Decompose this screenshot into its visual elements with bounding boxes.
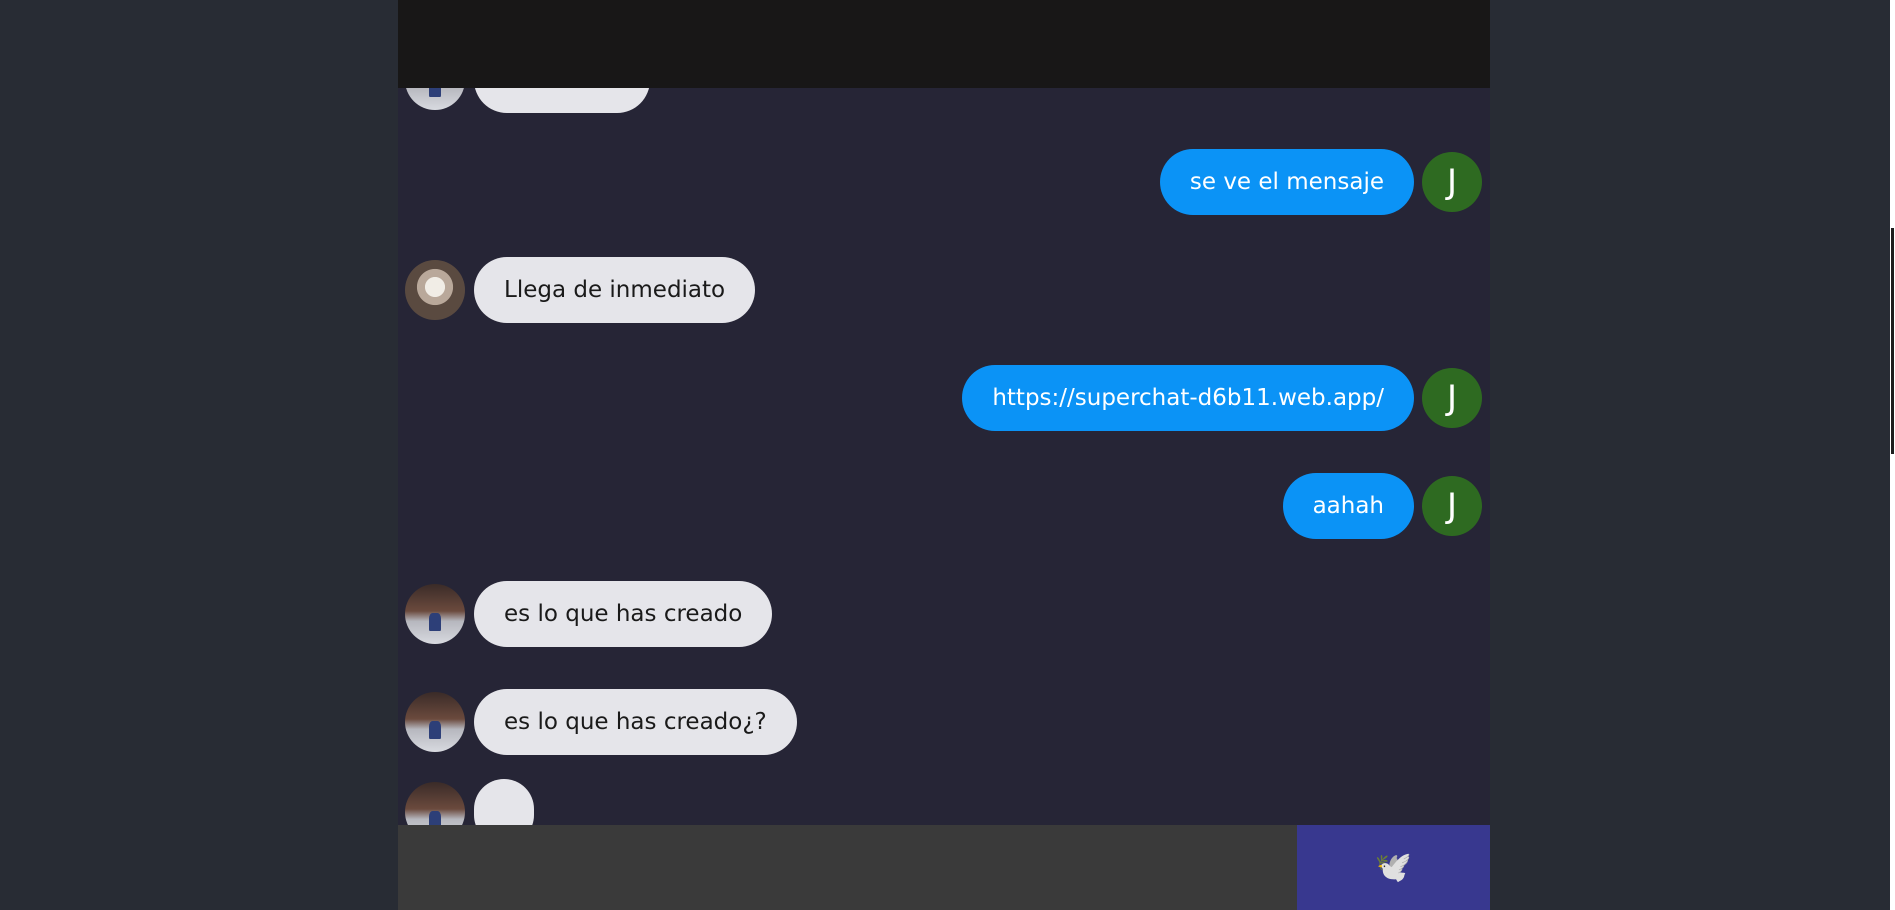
avatar: J <box>1422 152 1482 212</box>
avatar <box>405 584 465 644</box>
dove-icon: 🕊️ <box>1374 850 1413 884</box>
chat-app: J se ve el mensaje Llega de inmediato J … <box>398 0 1490 910</box>
message-input[interactable] <box>398 825 1297 910</box>
message-bubble: es lo que has creado¿? <box>474 689 797 755</box>
message-bubble <box>474 779 534 825</box>
app-header <box>398 0 1490 88</box>
avatar <box>405 692 465 752</box>
message-bubble: se ve el mensaje <box>1159 149 1414 215</box>
message-received: es lo que has creado¿? <box>405 689 797 755</box>
message-sent: J se ve el mensaje <box>1159 149 1482 215</box>
avatar <box>405 260 465 320</box>
page-scrollbar[interactable] <box>1890 0 1895 910</box>
message-bubble: es lo que has creado <box>474 581 773 647</box>
send-button[interactable]: 🕊️ <box>1297 825 1490 910</box>
message-sent: J aahah <box>1282 473 1482 539</box>
message-bubble: Llega de inmediato <box>474 257 756 323</box>
message-received: es lo que has creado <box>405 581 773 647</box>
message-list[interactable]: J se ve el mensaje Llega de inmediato J … <box>398 0 1490 825</box>
message-received <box>405 779 534 825</box>
message-bubble: https://superchat-d6b11.web.app/ <box>962 365 1414 431</box>
avatar: J <box>1422 368 1482 428</box>
message-received: Llega de inmediato <box>405 257 756 323</box>
avatar: J <box>1422 476 1482 536</box>
message-bubble: aahah <box>1282 473 1414 539</box>
avatar <box>405 782 465 825</box>
page-scrollbar-thumb[interactable] <box>1891 228 1894 454</box>
message-sent: J https://superchat-d6b11.web.app/ <box>962 365 1482 431</box>
message-form: 🕊️ <box>398 825 1490 910</box>
